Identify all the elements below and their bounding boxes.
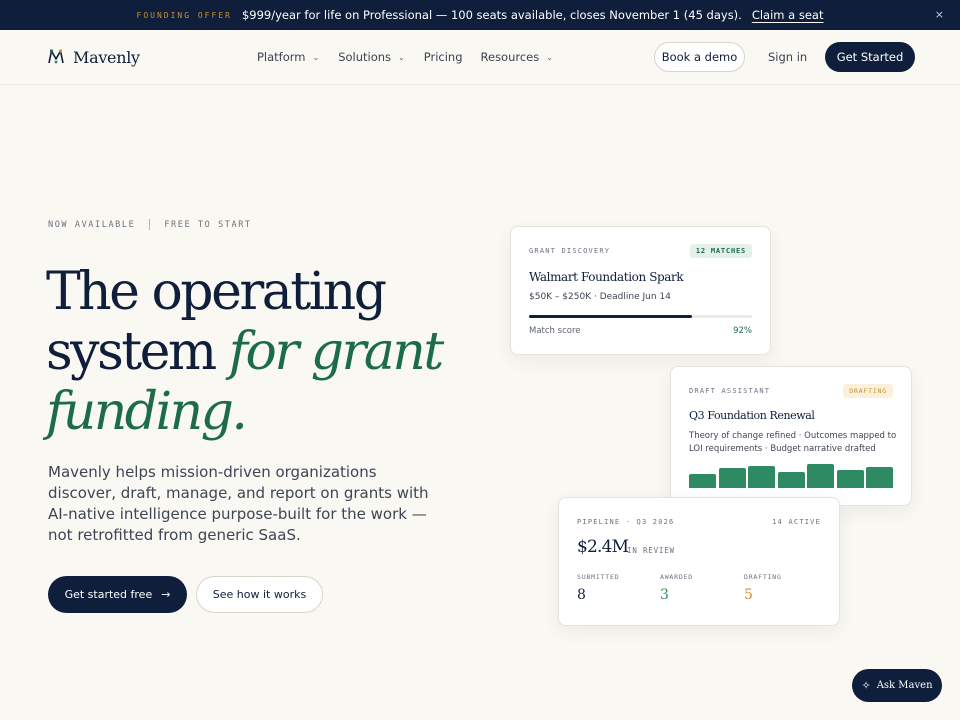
- grant-discovery-card[interactable]: GRANT DISCOVERY 12 MATCHES Walmart Found…: [510, 226, 771, 355]
- get-started-free-label: Get started free: [64, 588, 153, 601]
- eyebrow-now-available: NOW AVAILABLE: [48, 219, 136, 230]
- headline-accent-text: for grant: [228, 322, 444, 382]
- eyebrow-divider: [149, 219, 151, 230]
- stat-label: DRAFTING: [744, 573, 782, 581]
- ask-maven-label: Ask Maven: [876, 680, 933, 691]
- get-started-button[interactable]: Get Started: [825, 42, 915, 72]
- headline-line-3: funding.: [46, 382, 442, 442]
- pipeline-amount: $2.4M: [577, 537, 629, 557]
- ask-maven-button[interactable]: ✧ Ask Maven: [852, 669, 942, 702]
- sparkle-icon: ✧: [861, 679, 871, 692]
- chevron-down-icon: ⌄: [546, 52, 553, 62]
- hero-subheadline: Mavenly helps mission-driven organizatio…: [48, 463, 429, 544]
- get-started-free-button[interactable]: Get started free →: [48, 576, 187, 613]
- chevron-down-icon: ⌄: [312, 52, 320, 62]
- eyebrow-free-to-start: FREE TO START: [164, 219, 252, 230]
- menu-label-pricing: Pricing: [423, 50, 463, 64]
- match-score-bar: [529, 315, 752, 318]
- headline-accent-text-2: funding.: [46, 382, 248, 442]
- see-how-it-works-button[interactable]: See how it works: [196, 576, 323, 613]
- brand-name: Mavenly: [73, 47, 140, 67]
- book-demo-button[interactable]: Book a demo: [654, 42, 745, 72]
- hero-eyebrow: NOW AVAILABLE FREE TO START: [48, 219, 252, 230]
- card-label: GRANT DISCOVERY: [529, 247, 611, 255]
- brand-logo[interactable]: Mavenly: [46, 47, 140, 67]
- draft-progress-bars: [689, 463, 893, 488]
- stat-value: 3: [660, 587, 669, 603]
- match-score-fill: [529, 315, 692, 318]
- headline-line-2: system for grant: [46, 322, 444, 382]
- top-nav: Mavenly Platform ⌄ Solutions ⌄ Pricing R…: [0, 30, 960, 85]
- draft-bar-2: [718, 468, 746, 488]
- pipeline-card[interactable]: PIPELINE · Q3 2026 14 ACTIVE $2.4M IN RE…: [558, 497, 840, 626]
- stat-drafting: DRAFTING 5: [744, 573, 782, 603]
- stat-value: 5: [744, 587, 753, 603]
- menu-item-solutions[interactable]: Solutions ⌄: [338, 50, 405, 64]
- card-label: DRAFT ASSISTANT: [689, 387, 771, 395]
- grant-title: Walmart Foundation Spark: [529, 270, 684, 284]
- draft-bar-3: [748, 466, 775, 488]
- menu-label-platform: Platform: [257, 50, 306, 64]
- stat-submitted: SUBMITTED 8: [577, 573, 619, 603]
- menu-item-platform[interactable]: Platform ⌄: [257, 50, 319, 64]
- main-menu: Platform ⌄ Solutions ⌄ Pricing Resources…: [257, 50, 553, 64]
- stat-label: AWARDED: [660, 573, 693, 581]
- headline-plain-text: system: [46, 322, 229, 382]
- card-label: PIPELINE · Q3 2026: [577, 518, 675, 526]
- chevron-down-icon: ⌄: [398, 52, 405, 62]
- pipeline-amount-label: IN REVIEW: [627, 546, 675, 555]
- headline-line-1: The operating: [46, 262, 387, 322]
- draft-bar-4: [777, 472, 805, 488]
- menu-label-resources: Resources: [480, 50, 540, 64]
- stat-awarded: AWARDED 3: [660, 573, 693, 603]
- draft-assistant-card[interactable]: DRAFT ASSISTANT DRAFTING Q3 Foundation R…: [670, 366, 912, 506]
- arrow-right-icon: →: [161, 588, 171, 601]
- drafting-badge: DRAFTING: [843, 384, 893, 398]
- draft-title: Q3 Foundation Renewal: [689, 409, 815, 422]
- announcement-message: $999/year for life on Professional — 100…: [241, 8, 742, 22]
- claim-seat-link[interactable]: Claim a seat: [752, 8, 824, 22]
- match-score-label: Match score: [529, 326, 581, 336]
- draft-description: Theory of change refined · Outcomes mapp…: [689, 431, 897, 454]
- active-count: 14 ACTIVE: [772, 518, 821, 526]
- menu-label-solutions: Solutions: [338, 50, 392, 64]
- matches-badge: 12 MATCHES: [689, 244, 752, 258]
- menu-item-pricing[interactable]: Pricing: [424, 50, 463, 64]
- hero-headline: The operating system for grant funding.: [46, 262, 444, 442]
- stat-label: SUBMITTED: [577, 573, 620, 581]
- mavenly-logo-icon: [48, 49, 64, 64]
- draft-bar-7: [866, 467, 893, 488]
- draft-bar-6: [836, 470, 864, 488]
- sign-in-link[interactable]: Sign in: [768, 50, 807, 64]
- match-score-value: 92%: [733, 326, 752, 336]
- draft-bar-1: [689, 474, 716, 488]
- grant-meta: $50K – $250K · Deadline Jun 14: [529, 292, 671, 302]
- stat-value: 8: [577, 587, 586, 603]
- announcement-tag: FOUNDING OFFER: [136, 10, 232, 20]
- draft-bar-5: [807, 464, 834, 488]
- menu-item-resources[interactable]: Resources ⌄: [481, 50, 553, 64]
- announcement-bar: FOUNDING OFFER $999/year for life on Pro…: [0, 0, 960, 30]
- close-icon[interactable]: ×: [935, 8, 944, 21]
